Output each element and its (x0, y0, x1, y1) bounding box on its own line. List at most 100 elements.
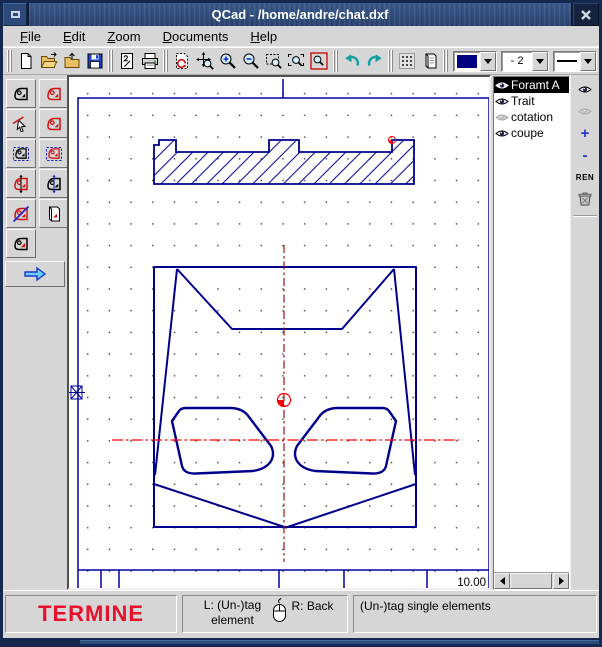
tag-intersected-button[interactable] (6, 169, 36, 198)
status-mouse-panel: L: (Un-)tag element R: Back (182, 595, 348, 633)
linetype-combo[interactable] (553, 51, 597, 72)
untag-element-icon (44, 114, 64, 134)
undo-button[interactable] (340, 49, 363, 74)
save-file-icon (85, 51, 105, 71)
untag-range-button[interactable] (39, 139, 69, 168)
trash-icon (577, 191, 593, 207)
pan-zoom-button[interactable] (194, 49, 217, 74)
color-combo-arrow[interactable] (480, 52, 496, 71)
layer-list-scrollbar[interactable] (494, 572, 569, 589)
window-bottom-border (0, 638, 602, 647)
rename-layer-button[interactable]: REN (573, 167, 597, 187)
layer-row-trait[interactable]: Trait (494, 93, 569, 109)
print-preview-button[interactable] (116, 49, 139, 74)
add-layer-label: + (581, 126, 590, 141)
tag-layer-button[interactable] (39, 199, 69, 228)
zoom-out-icon (241, 51, 261, 71)
layer-list-toggle-button[interactable] (419, 49, 442, 74)
zoom-window-icon (264, 51, 284, 71)
clear-selection-icon (11, 204, 31, 224)
import-file-button[interactable] (60, 49, 83, 74)
tag-object-button[interactable] (6, 79, 36, 108)
linetype-combo-arrow[interactable] (580, 52, 596, 71)
menu-zoom[interactable]: Zoom (96, 27, 151, 46)
layer-toolbar: + -REN (570, 75, 599, 590)
window-title: QCad - /home/andre/chat.dxf (29, 3, 571, 26)
zoom-previous-button[interactable] (308, 49, 331, 74)
zoom-out-button[interactable] (239, 49, 262, 74)
invert-selection-button[interactable] (6, 229, 36, 258)
cad-drawing: 10.00 (69, 77, 489, 588)
new-file-icon (16, 51, 36, 71)
eye-icon (578, 106, 592, 117)
clear-selection-button[interactable] (6, 199, 36, 228)
mouse-right-hint: R: Back (291, 598, 333, 632)
zoom-window-button[interactable] (262, 49, 285, 74)
menu-documents[interactable]: Documents (152, 27, 240, 46)
layer-toolbar-separator (573, 215, 597, 217)
proceed-button[interactable] (5, 261, 65, 287)
width-combo-arrow[interactable] (532, 52, 548, 71)
import-file-icon (62, 51, 82, 71)
tag-element-icon (11, 114, 31, 134)
toolbar-handle (108, 50, 114, 72)
menu-file[interactable]: File (9, 27, 52, 46)
untag-object-icon (44, 84, 64, 104)
width-value: - 2 (502, 52, 532, 71)
redo-button[interactable] (363, 49, 386, 74)
menubar: FileEditZoomDocumentsHelp (3, 26, 599, 47)
layer-row-coupe[interactable]: coupe (494, 125, 569, 141)
untag-object-button[interactable] (39, 79, 69, 108)
layer-row-foramt-a[interactable]: Foramt A (494, 77, 569, 93)
menu-help[interactable]: Help (239, 27, 288, 46)
layer-name: cotation (511, 110, 553, 124)
new-file-button[interactable] (15, 49, 38, 74)
menu-edit[interactable]: Edit (52, 27, 96, 46)
scroll-left-button[interactable] (494, 573, 510, 589)
color-combo[interactable] (453, 51, 497, 72)
close-button[interactable] (573, 3, 599, 26)
add-layer-button[interactable]: + (573, 123, 597, 143)
tag-range-button[interactable] (6, 139, 36, 168)
delete-layer-button[interactable] (573, 189, 597, 209)
status-hint-panel: (Un-)tag single elements (353, 595, 597, 633)
toolbar: - 2 (3, 47, 599, 75)
redraw-icon (172, 51, 192, 71)
redraw-button[interactable] (171, 49, 194, 74)
tag-object-icon (11, 84, 31, 104)
drawing-canvas[interactable]: 10.00 (67, 75, 491, 590)
close-icon (580, 9, 592, 21)
grid-toggle-button[interactable] (396, 49, 419, 74)
tag-element-button[interactable] (6, 109, 36, 138)
scroll-right-button[interactable] (553, 573, 569, 589)
eye-icon (495, 112, 509, 123)
print-icon (140, 51, 160, 71)
open-file-button[interactable] (38, 49, 61, 74)
scrollbar-thumb[interactable] (510, 573, 552, 589)
tag-layer-icon (44, 204, 64, 224)
remove-layer-button[interactable]: - (573, 145, 597, 165)
main-area: 10.00 Foramt A Trait cotation coupe (3, 75, 599, 590)
hide-all-layers-button[interactable] (573, 101, 597, 121)
print-button[interactable] (138, 49, 161, 74)
save-file-button[interactable] (83, 49, 106, 74)
scroll-right-icon (559, 577, 564, 585)
toolbar-handle (388, 50, 394, 72)
statusbar: TERMINE L: (Un-)tag element R: Back (Un-… (3, 590, 599, 638)
zoom-in-button[interactable] (217, 49, 240, 74)
zoom-auto-button[interactable] (285, 49, 308, 74)
zoom-in-icon (218, 51, 238, 71)
print-preview-icon (117, 51, 137, 71)
grid-spacing-label: 10.00 (457, 577, 486, 588)
untag-element-button[interactable] (39, 109, 69, 138)
layer-row-cotation[interactable]: cotation (494, 109, 569, 125)
untag-intersected-button[interactable] (39, 169, 69, 198)
titlebar[interactable]: QCad - /home/andre/chat.dxf (3, 3, 599, 26)
system-menu-button[interactable] (3, 3, 27, 26)
eye-icon (495, 80, 509, 91)
eye-icon (495, 128, 509, 139)
width-combo[interactable]: - 2 (501, 51, 549, 72)
scrollbar-track[interactable] (510, 573, 553, 589)
pan-zoom-icon (195, 51, 215, 71)
show-all-layers-button[interactable] (573, 79, 597, 99)
